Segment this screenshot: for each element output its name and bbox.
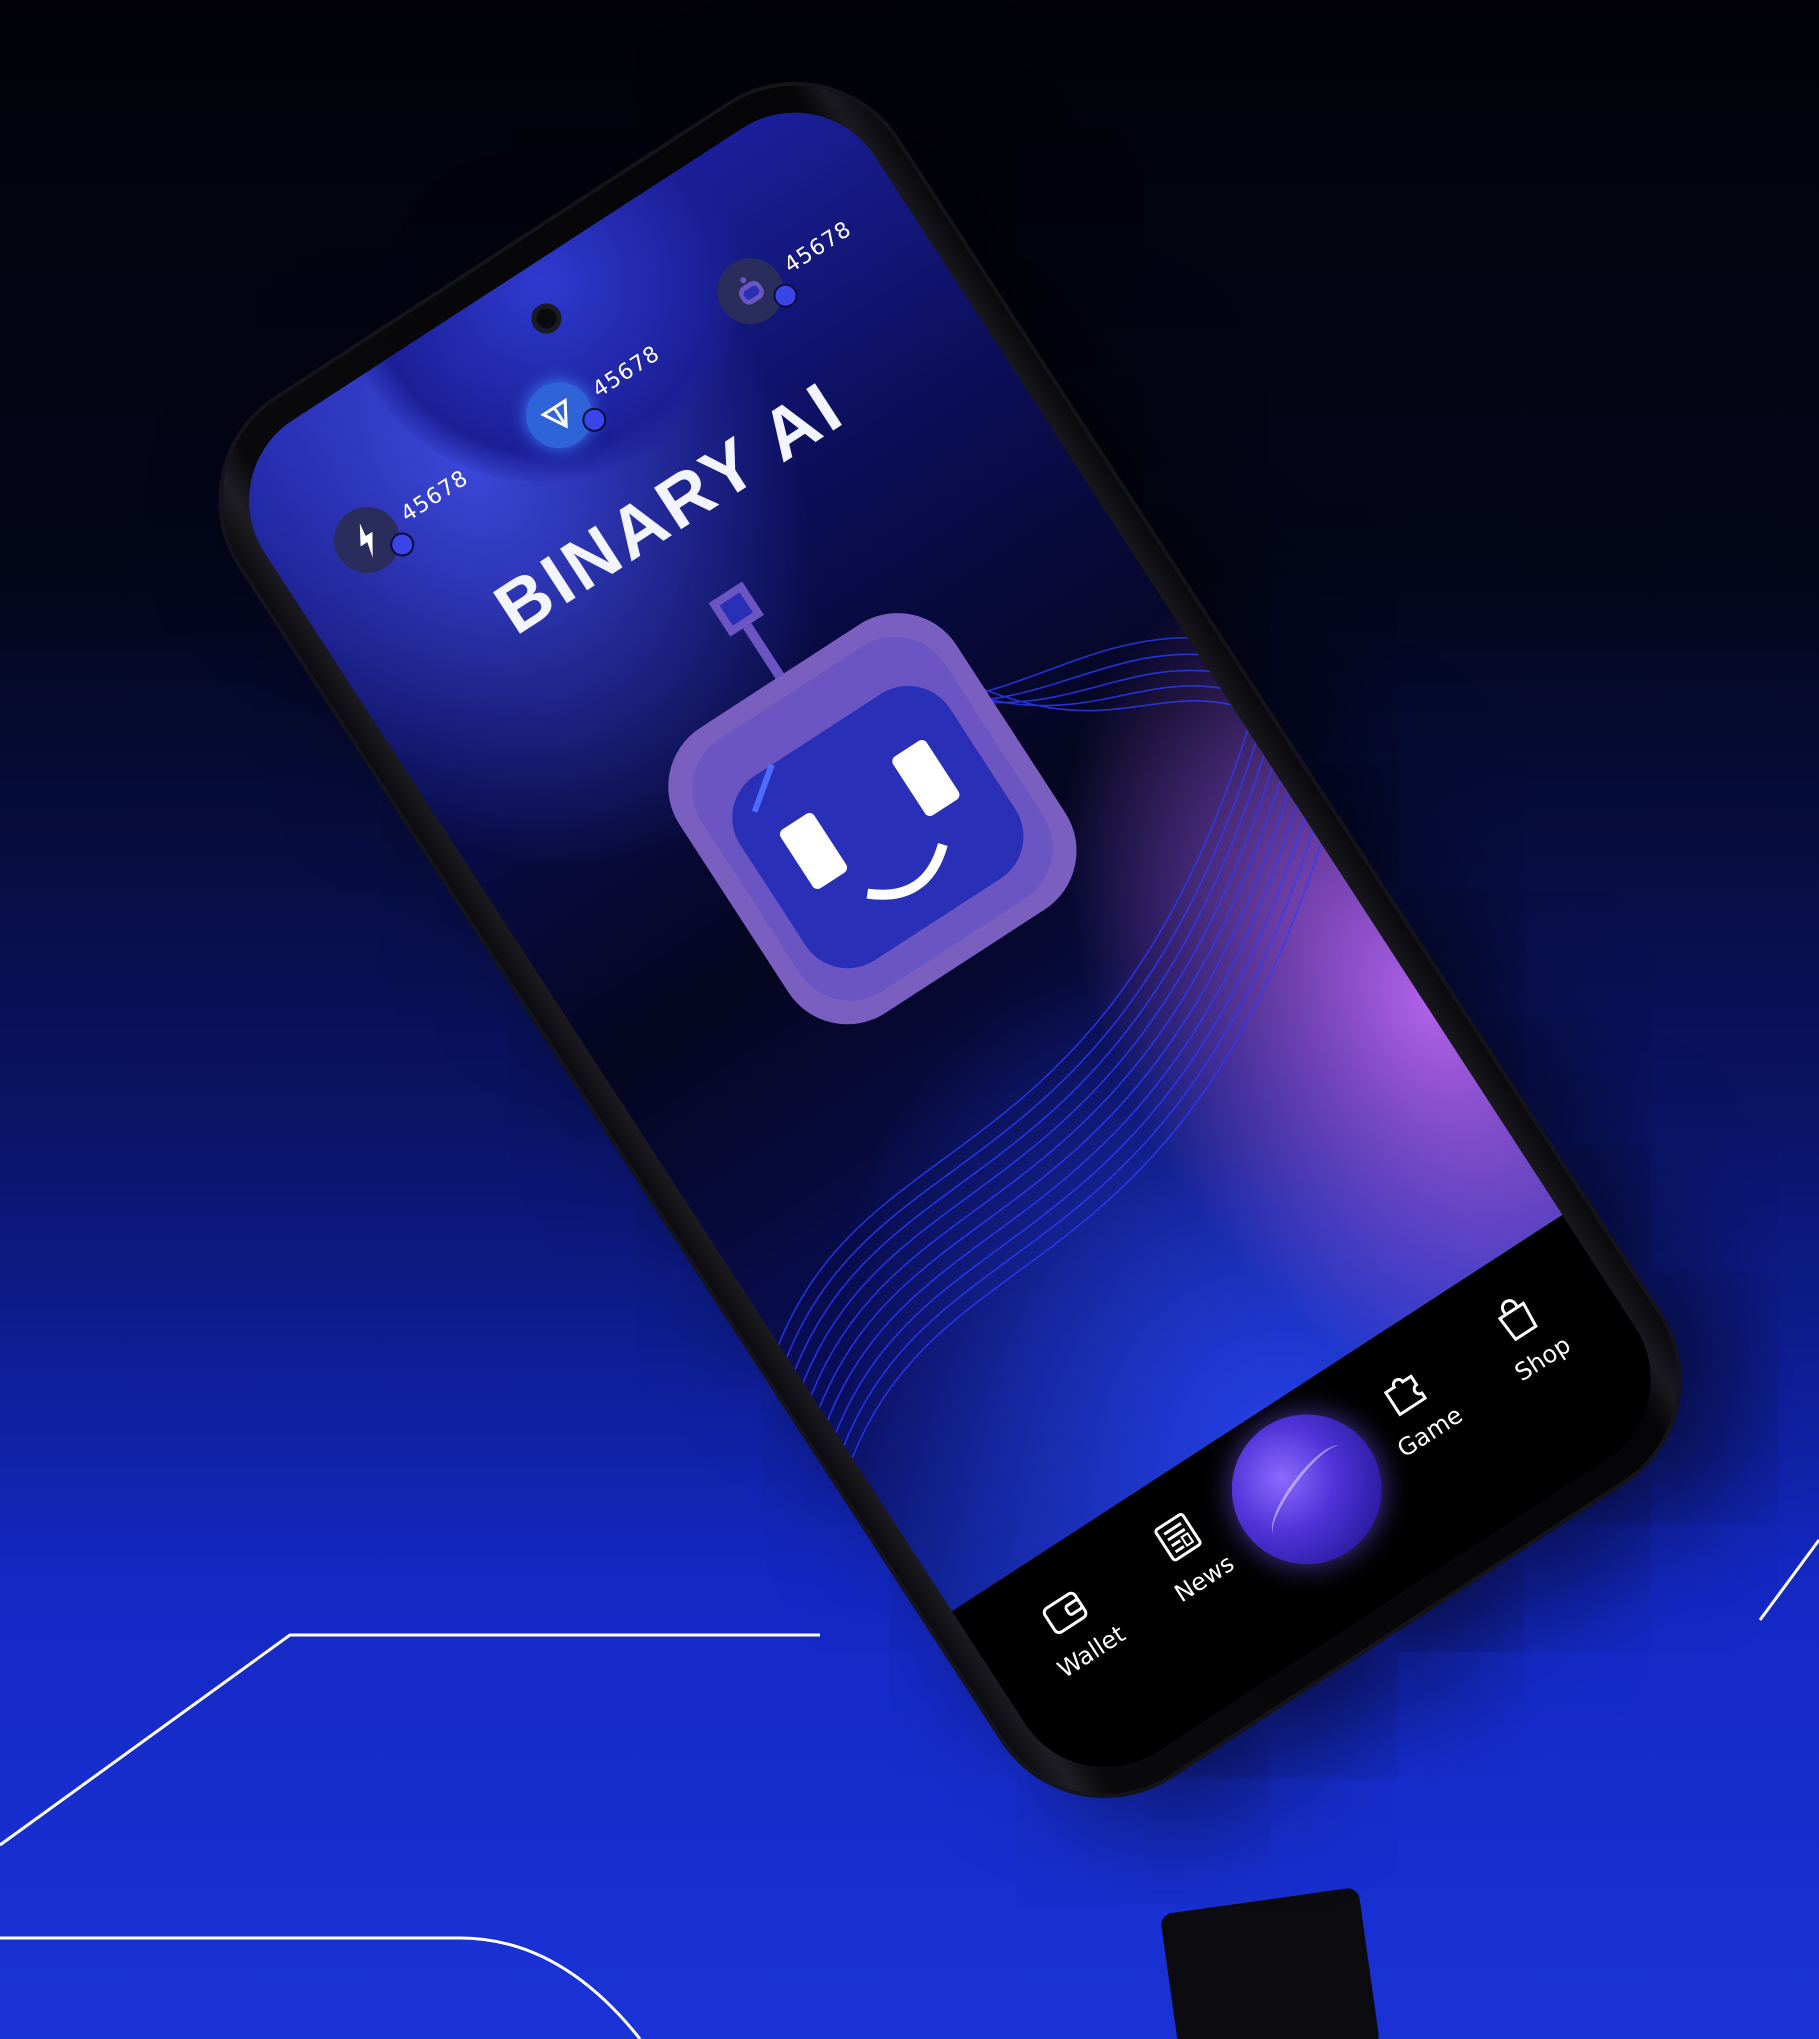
wallet-icon bbox=[1030, 1576, 1099, 1645]
phone-stand bbox=[1159, 1886, 1381, 2039]
nav-wallet[interactable]: Wallet bbox=[1005, 1560, 1145, 1694]
nav-shop[interactable]: Shop bbox=[1456, 1267, 1596, 1401]
stat-robot-value: 45678 bbox=[779, 216, 857, 279]
stat-energy-value: 45678 bbox=[396, 465, 473, 528]
scene: 45678 45678 45678 BINARY AI Wallet News … bbox=[0, 0, 1819, 2039]
newspaper-icon bbox=[1143, 1503, 1212, 1572]
currency-badge-icon bbox=[385, 527, 419, 562]
currency-badge-icon bbox=[768, 279, 803, 313]
stat-ton-value: 45678 bbox=[587, 340, 665, 403]
stat-energy[interactable]: 45678 bbox=[321, 448, 484, 586]
shopping-bag-icon bbox=[1481, 1283, 1550, 1352]
currency-badge-icon bbox=[577, 403, 611, 437]
puzzle-icon bbox=[1369, 1356, 1438, 1425]
